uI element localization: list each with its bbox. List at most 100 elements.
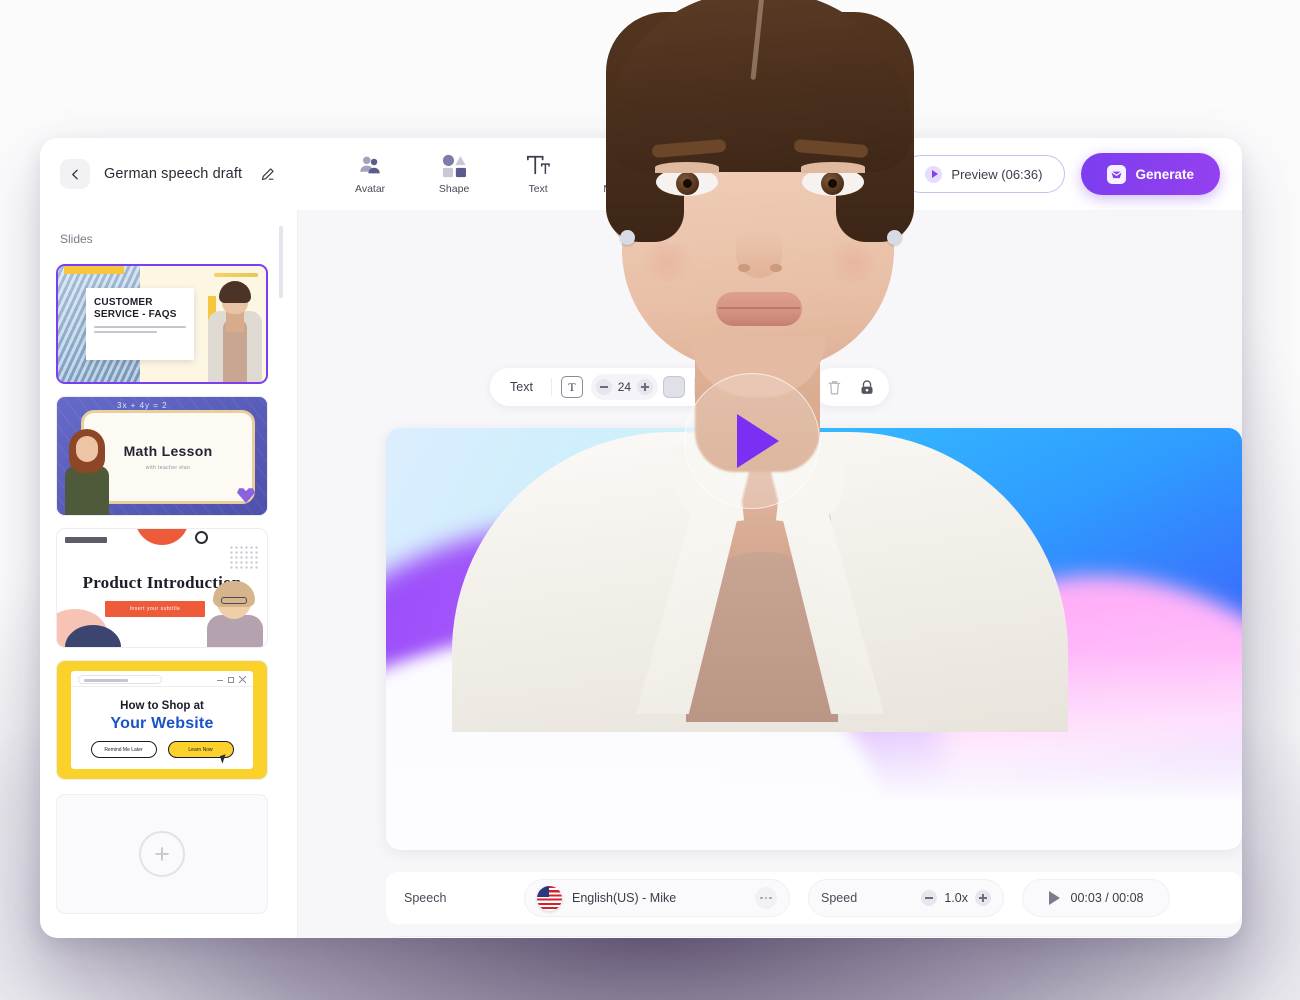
slides-panel-title: Slides	[60, 232, 93, 246]
app-header: German speech draft Avatar Shape Text Ma…	[40, 138, 1242, 210]
ellipsis-icon[interactable]	[755, 887, 777, 909]
add-slide-button[interactable]: +	[56, 794, 268, 914]
tool-text-label: Text	[528, 183, 548, 195]
slide-title: Math Lesson	[123, 443, 213, 459]
video-canvas[interactable]	[386, 428, 1242, 850]
slide-title-line1: CUSTOMER	[94, 297, 153, 308]
preview-button[interactable]: Preview (06:36)	[902, 155, 1066, 193]
chevron-left-icon	[71, 169, 78, 179]
tool-material-label: Material	[603, 183, 641, 195]
play-circle-icon	[925, 165, 943, 183]
slide-person	[204, 281, 266, 382]
slide-logo	[214, 273, 258, 277]
slide-button-secondary: Remind Me Later	[90, 741, 157, 758]
document-title: German speech draft	[104, 166, 243, 182]
slide-accent-bar	[64, 266, 124, 274]
slide-title-line1: How to Shop at	[120, 700, 204, 712]
play-button[interactable]	[684, 373, 820, 509]
slide-person	[63, 429, 111, 515]
tool-avatar[interactable]: Avatar	[344, 153, 396, 195]
speed-label: Speed	[821, 891, 858, 905]
slide-title-line2: Your Website	[110, 715, 214, 732]
text-style-button[interactable]: T	[556, 372, 588, 402]
speed-increase-button[interactable]	[975, 890, 991, 906]
slide-dot-grid	[229, 545, 259, 571]
element-type-label: Text	[510, 380, 533, 394]
format-group-actions	[812, 368, 889, 406]
canvas-bottom-wash	[386, 650, 1242, 850]
slide-window-controls	[217, 676, 246, 683]
edit-title-button[interactable]	[256, 163, 278, 185]
material-icon	[609, 153, 635, 179]
header-tools: Avatar Shape Text Material	[344, 153, 648, 195]
font-size-stepper[interactable]: 24	[590, 374, 658, 400]
speed-stepper[interactable]: Speed 1.0x	[808, 879, 1004, 917]
slides-list: CUSTOMER SERVICE - FAQS 3x + 4y = 2 Math…	[56, 264, 298, 914]
slide-equation: 3x + 4y = 2	[117, 401, 168, 410]
voice-name: English(US) - Mike	[572, 891, 677, 905]
slide-title-line2: SERVICE - FAQS	[94, 308, 177, 320]
format-toolbar: Text T 24	[490, 368, 889, 406]
slides-scrollbar[interactable]	[279, 226, 283, 298]
tool-shape-label: Shape	[438, 183, 470, 195]
pencil-icon	[261, 167, 274, 180]
slide-browser-window: How to Shop at Your Website Remind Me La…	[71, 671, 253, 769]
generate-label: Generate	[1135, 166, 1194, 182]
play-icon	[737, 414, 779, 468]
slide-button: Insert your subtitle	[105, 601, 205, 617]
preview-label: Preview (06:36)	[951, 166, 1043, 182]
color-swatch-icon	[662, 376, 685, 398]
voice-select[interactable]: English(US) - Mike	[524, 879, 790, 917]
plus-icon: +	[139, 831, 185, 877]
shape-icon	[441, 153, 467, 179]
header-left-group: German speech draft	[40, 159, 278, 189]
slide-thumb-math-lesson[interactable]: 3x + 4y = 2 Math Lesson with teacher ela…	[56, 396, 268, 516]
slide-arc-shape	[135, 529, 189, 545]
header-right-group: Preview (06:36) Generate	[902, 153, 1220, 195]
playback-time-box[interactable]: 00:03 / 00:08	[1022, 879, 1170, 917]
speed-value: 1.0x	[944, 891, 968, 905]
slide-url-field	[78, 675, 162, 684]
editor-area: Text T 24 Speech English(US) - Mike Spee…	[298, 210, 1242, 938]
slide-person	[203, 581, 265, 647]
text-box-icon: T	[560, 376, 583, 398]
slide-thumb-product-intro[interactable]: Product Introduction Insert your subtitl…	[56, 528, 268, 648]
speech-label: Speech	[404, 891, 447, 905]
tool-material[interactable]: Material	[596, 153, 648, 195]
app-window: German speech draft Avatar Shape Text Ma…	[40, 138, 1242, 938]
toolbar-divider	[550, 378, 552, 396]
speed-decrease-button[interactable]	[921, 890, 938, 906]
playback-time: 00:03 / 00:08	[1070, 891, 1144, 905]
back-button[interactable]	[60, 159, 90, 189]
slide-subtitle: with teacher elan	[145, 465, 191, 471]
lock-icon	[861, 379, 873, 394]
speech-control-bar: Speech English(US) - Mike Speed 1.0x 00:…	[386, 872, 1242, 924]
avatar-icon	[357, 153, 383, 179]
slide-subtitle-lines	[94, 325, 186, 333]
font-size-increase-button[interactable]	[636, 379, 653, 395]
text-icon	[525, 153, 551, 179]
delete-button[interactable]	[819, 372, 851, 402]
tool-shape[interactable]: Shape	[428, 153, 480, 195]
magic-card-icon	[1107, 164, 1127, 184]
font-size-value: 24	[617, 380, 632, 394]
tool-avatar-label: Avatar	[355, 183, 386, 195]
slide-logo	[65, 537, 107, 543]
generate-button[interactable]: Generate	[1081, 153, 1220, 195]
slides-scroll-area[interactable]: CUSTOMER SERVICE - FAQS 3x + 4y = 2 Math…	[40, 258, 298, 938]
tool-text[interactable]: Text	[512, 153, 564, 195]
script-textarea[interactable]: Hi, this is Stella, your AI narrator. Si…	[386, 936, 1242, 938]
slide-title-card: CUSTOMER SERVICE - FAQS	[86, 288, 194, 360]
text-color-button[interactable]	[658, 372, 690, 402]
us-flag-icon	[537, 885, 562, 911]
slide-circle-shape	[195, 531, 208, 544]
slide-thumb-how-to-shop[interactable]: How to Shop at Your Website Remind Me La…	[56, 660, 268, 780]
page-root: German speech draft Avatar Shape Text Ma…	[0, 0, 1300, 1000]
toolbar-divider-2	[693, 378, 695, 396]
lock-button[interactable]	[851, 372, 883, 402]
trash-icon	[829, 380, 841, 394]
slide-thumb-customer-service[interactable]: CUSTOMER SERVICE - FAQS	[56, 264, 268, 384]
play-icon[interactable]	[1048, 891, 1060, 905]
slides-panel: Slides CUSTOMER SERVICE - FAQS 3x + 4y =…	[40, 210, 298, 938]
font-size-decrease-button[interactable]	[595, 379, 612, 395]
